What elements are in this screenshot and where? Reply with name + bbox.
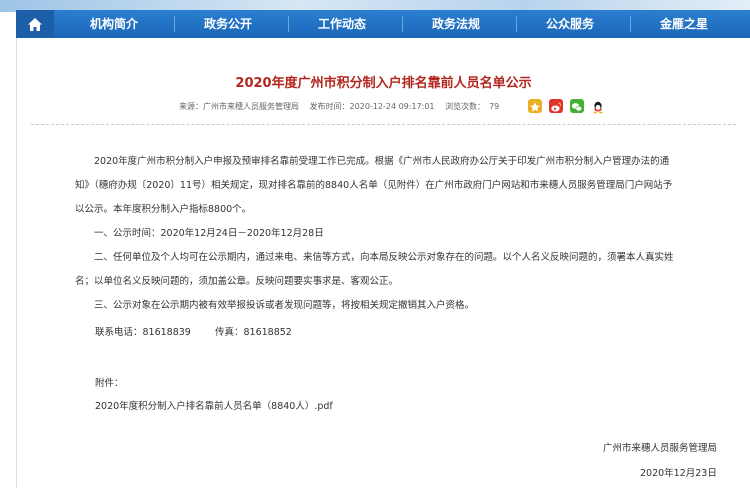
article-item-3: 三、公示对象在公示期内被有效举报投诉或者发现问题等，将按相关规定撤销其入户资格。 — [94, 300, 475, 311]
article-intro: 2020年度广州市积分制入户申报及预审排名靠前受理工作已完成。根据《广州市人民政… — [75, 156, 673, 215]
nav-item-jinyan[interactable]: 金雁之星 — [642, 10, 726, 38]
contact-fax: 传真：81618852 — [215, 327, 292, 338]
share-wechat-icon[interactable] — [570, 99, 584, 113]
nav-separator — [516, 16, 517, 32]
main-nav: 机构简介 政务公开 工作动态 政务法规 公众服务 金雁之星 — [16, 10, 750, 39]
article-item-1: 一、公示时间：2020年12月24日－2020年12月28日 — [94, 228, 324, 239]
nav-separator — [630, 16, 631, 32]
article-item-2: 二、任何单位及个人均可在公示期内，通过来电、来信等方式，向本局反映公示对象存在的… — [75, 252, 674, 287]
attachment-link[interactable]: 2020年度积分制入户排名靠前人员名单（8840人）.pdf — [95, 398, 333, 412]
nav-item-dongtai[interactable]: 工作动态 — [300, 10, 384, 38]
attachment-label: 附件： — [95, 378, 124, 389]
share-qzone-icon[interactable] — [528, 99, 542, 113]
contact-phone: 联系电话：81618839 — [95, 327, 191, 338]
meta-divider — [31, 124, 736, 125]
nav-separator — [174, 16, 175, 32]
view-count-label: 浏览次数： — [445, 102, 486, 111]
article-page: 2020年度广州市积分制入户排名靠前人员名单公示 来源：广州市来穗人员服务管理局… — [16, 38, 750, 488]
home-icon — [28, 17, 42, 31]
home-button[interactable] — [16, 10, 54, 38]
nav-item-zhengwu[interactable]: 政务公开 — [186, 10, 270, 38]
article-date: 发布时间：2020-12-24 09:17:01 — [309, 102, 435, 111]
nav-item-jigou[interactable]: 机构简介 — [72, 10, 156, 38]
signature-org: 广州市来穗人员服务管理局 — [603, 443, 718, 454]
nav-item-fagui[interactable]: 政务法规 — [414, 10, 498, 38]
nav-item-fuwu[interactable]: 公众服务 — [528, 10, 612, 38]
share-qq-icon[interactable] — [591, 99, 605, 114]
article-title: 2020年度广州市积分制入户排名靠前人员名单公示 — [235, 76, 532, 91]
view-count: 79 — [489, 102, 500, 111]
article-source: 来源：广州市来穗人员服务管理局 — [179, 102, 299, 111]
signature-date: 2020年12月23日 — [640, 468, 717, 479]
nav-separator — [288, 16, 289, 32]
share-weibo-icon[interactable] — [549, 99, 563, 113]
article-meta: 来源：广州市来穗人员服务管理局 发布时间：2020-12-24 09:17:01… — [179, 101, 507, 112]
nav-separator — [402, 16, 403, 32]
